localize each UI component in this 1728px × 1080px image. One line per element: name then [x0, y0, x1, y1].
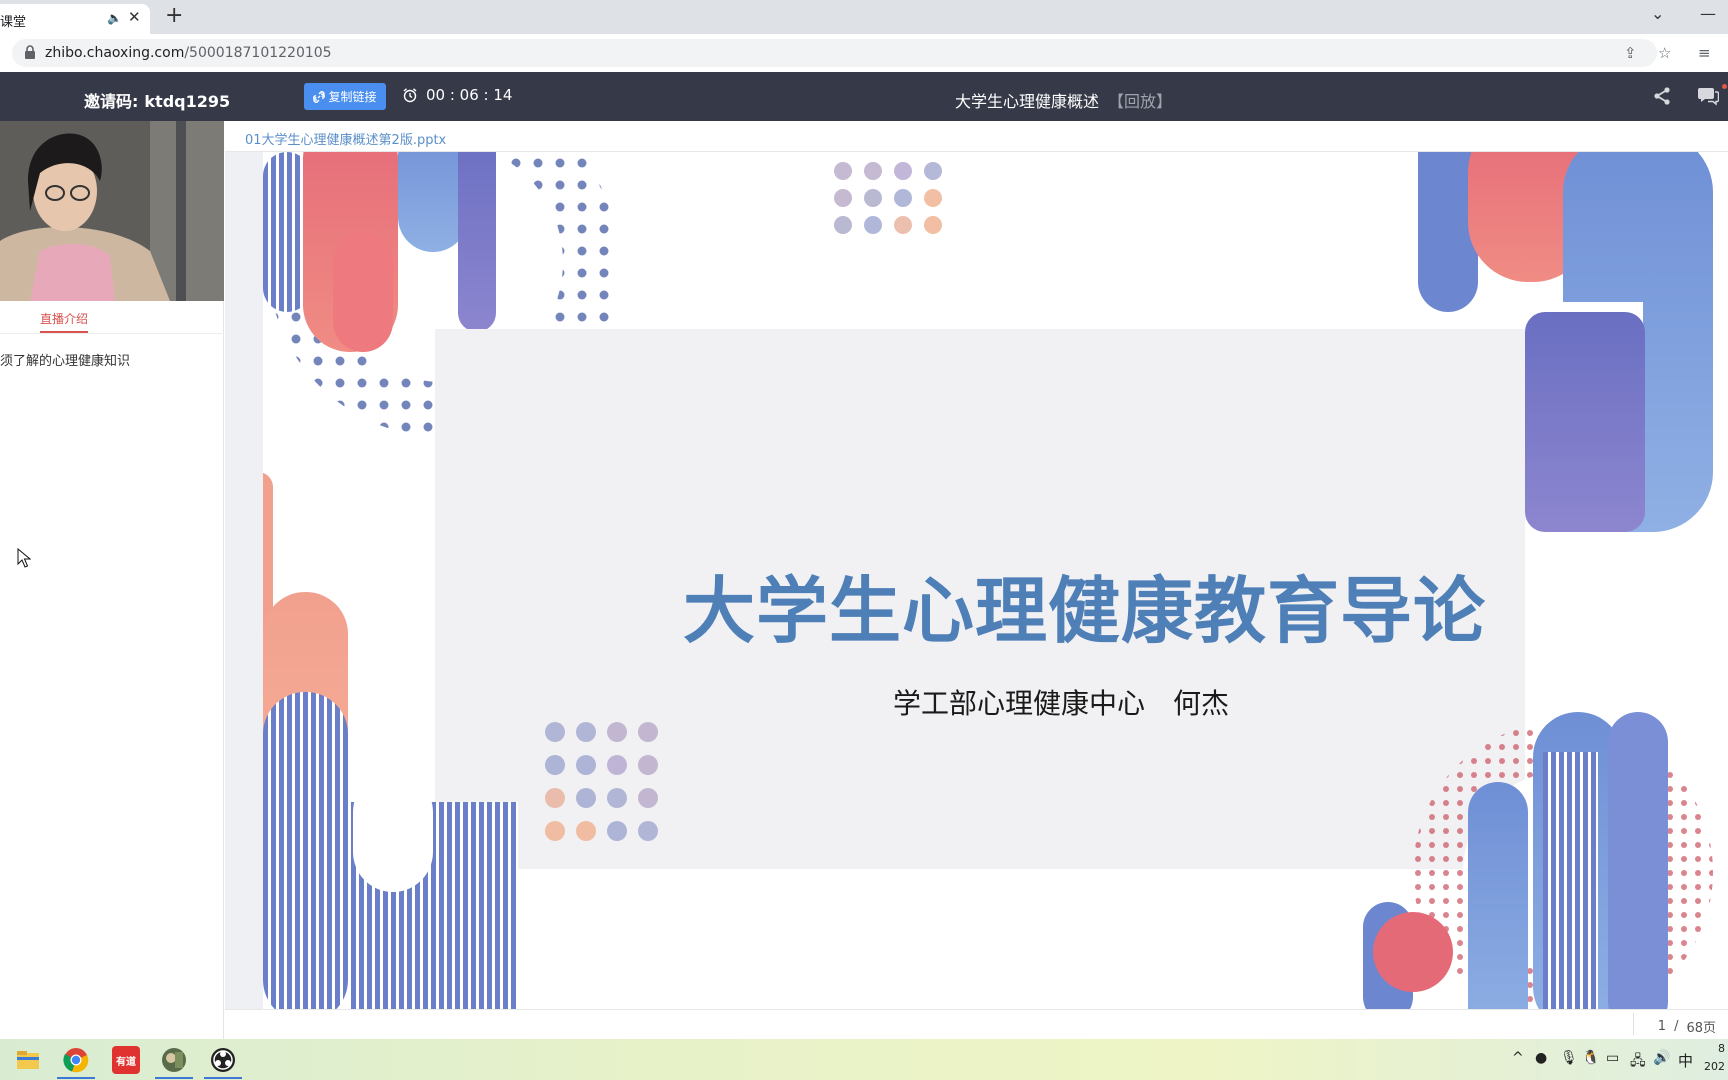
pager-bar: 1 / 68页: [225, 1009, 1728, 1039]
app-header: 邀请码: ktdq1295 复制链接 00 : 06 : 14 大学生心理健康概述…: [0, 72, 1728, 121]
battery-icon[interactable]: ▭: [1606, 1050, 1619, 1066]
alarm-clock-icon: [403, 88, 417, 103]
share-page-icon[interactable]: ⇪: [1624, 44, 1637, 62]
omnibox[interactable]: zhibo.chaoxing.com/5000187101220105 ⇪: [12, 39, 1657, 67]
page-separator: /: [1674, 1019, 1679, 1034]
timer: 00 : 06 : 14: [402, 86, 512, 104]
speaker-icon[interactable]: 🔈: [107, 11, 122, 25]
copy-link-label: 复制链接: [328, 90, 377, 104]
volume-icon[interactable]: 🔊: [1653, 1050, 1670, 1066]
lock-icon[interactable]: [24, 45, 36, 59]
active-tab-indicator: [40, 331, 88, 333]
page-total: 68页: [1686, 1021, 1716, 1036]
link-icon: [313, 90, 326, 103]
new-tab-button[interactable]: +: [165, 3, 183, 29]
left-panel: 直播介绍 须了解的心理健康知识: [0, 121, 224, 1039]
course-title: 大学生心理健康概述: [955, 92, 1100, 111]
slide[interactable]: 大学生心理健康教育导论 学工部心理健康中心 何杰: [263, 152, 1728, 1009]
obs-active-indicator: [204, 1077, 242, 1079]
tray-app-icon[interactable]: ●: [1535, 1050, 1547, 1066]
network-icon[interactable]: 🖧: [1630, 1050, 1646, 1074]
copy-link-button[interactable]: 复制链接: [304, 83, 386, 110]
photo-app-icon[interactable]: [160, 1046, 188, 1074]
invite-code: 邀请码: ktdq1295: [84, 88, 230, 112]
browser-tabbar: 课堂 🔈 ✕ + ⌄ —: [0, 0, 1728, 34]
clock-time[interactable]: 8: [1718, 1042, 1725, 1055]
youdao-icon[interactable]: 有道: [112, 1046, 140, 1074]
ime-indicator[interactable]: 中: [1678, 1050, 1693, 1071]
star-icon[interactable]: ☆: [1658, 44, 1671, 62]
chrome-active-indicator: [57, 1077, 95, 1079]
page-current: 1: [1657, 1019, 1667, 1034]
invite-label: 邀请码:: [84, 92, 139, 111]
slide-title: 大学生心理健康教育导论: [683, 569, 1487, 653]
chrome-icon[interactable]: [62, 1046, 90, 1074]
replay-badge: 【回放】: [1108, 92, 1173, 111]
close-icon[interactable]: ✕: [128, 8, 141, 26]
dot-grid-top: [834, 162, 942, 234]
minimize-icon[interactable]: —: [1700, 2, 1716, 26]
microphone-icon[interactable]: 🎙: [1560, 1050, 1578, 1066]
intro-description: 须了解的心理健康知识: [0, 354, 131, 369]
reading-list-icon[interactable]: ≡: [1698, 44, 1711, 62]
url-text[interactable]: zhibo.chaoxing.com/5000187101220105: [45, 45, 332, 61]
obs-icon[interactable]: [209, 1046, 237, 1074]
slide-gutter: [225, 152, 263, 1009]
file-explorer-icon[interactable]: [14, 1046, 42, 1074]
timer-value: 00 : 06 : 14: [426, 86, 513, 104]
photo-active-indicator: [155, 1077, 193, 1079]
taskbar: 有道 ^ ● 🎙 🐧 ▭ 🖧 🔊 中 8 202: [0, 1039, 1728, 1080]
chat-icon[interactable]: [1697, 86, 1719, 106]
presenter-image: [0, 121, 224, 301]
tab-search-icon[interactable]: ⌄: [1651, 2, 1664, 26]
qq-icon[interactable]: 🐧: [1582, 1050, 1599, 1066]
tray-overflow-icon[interactable]: ^: [1512, 1050, 1524, 1066]
mouse-cursor-icon: [17, 548, 31, 568]
invite-code-value: ktdq1295: [144, 92, 231, 111]
pager-separator: [1633, 1013, 1634, 1035]
tab-live-intro[interactable]: 直播介绍: [40, 310, 88, 327]
page-indicator: 1 / 68页: [1658, 1017, 1716, 1036]
sidebar-tabs: 直播介绍: [0, 301, 224, 334]
notification-dot: [1722, 84, 1727, 89]
webcam-video[interactable]: [0, 121, 224, 301]
main-presentation: 01大学生心理健康概述第2版.pptx 大学生心理健康教育导论 学工部心理健康中…: [225, 121, 1728, 1039]
clock-date[interactable]: 202: [1704, 1060, 1725, 1073]
tab-title: 课堂: [0, 15, 27, 30]
share-icon[interactable]: [1652, 86, 1672, 106]
file-name[interactable]: 01大学生心理健康概述第2版.pptx: [245, 129, 446, 148]
browser-tab[interactable]: 课堂 🔈 ✕: [0, 4, 150, 34]
slide-subtitle: 学工部心理健康中心 何杰: [893, 687, 1230, 720]
address-bar: zhibo.chaoxing.com/5000187101220105 ⇪ ☆ …: [0, 34, 1728, 72]
